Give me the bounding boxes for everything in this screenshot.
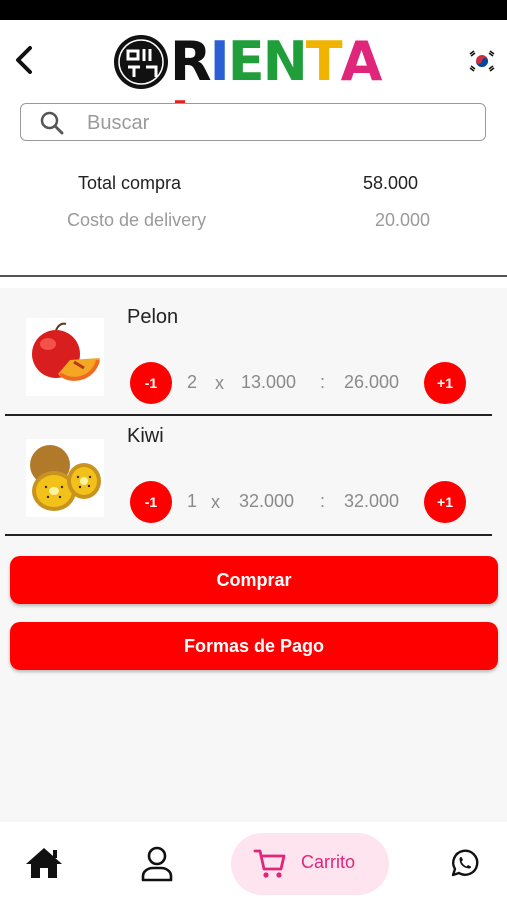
delivery-label: Costo de delivery [67,210,207,230]
divider [0,275,507,277]
nav-cart-label: Carrito [301,852,356,872]
item-quantity: 1 [187,491,198,511]
search-bar[interactable] [20,103,486,141]
whatsapp-icon [451,849,479,877]
home-icon [26,848,62,878]
user-icon [141,846,173,882]
item-name: Kiwi [127,425,164,447]
golden-kiwi-image [26,439,104,517]
search-icon [40,111,64,135]
logo-emblem-icon [114,35,168,89]
south-korea-flag-icon [466,48,498,74]
brand-logo: RIENTAL [112,30,412,152]
payment-methods-button[interactable]: Formas de Pago [10,622,498,670]
logo-letter: R [170,30,212,93]
cart-item: Pelon -1 2 x 13.000 : 26.000 +1 [0,288,507,416]
logo-letter: E [227,30,265,93]
item-name: Pelon [127,306,179,328]
total-value: 58.000 [363,173,419,193]
cart-icon [253,849,286,878]
times-sign: x [211,492,220,512]
logo-letter: T [305,30,343,93]
decrease-button[interactable]: -1 [130,481,172,523]
back-button[interactable] [10,40,40,80]
separator: : [320,491,326,511]
peach-image [26,318,104,396]
total-label: Total compra [78,173,182,193]
item-subtotal: 32.000 [344,491,400,511]
unit-price: 32.000 [239,491,295,511]
item-subtotal: 26.000 [344,372,400,392]
nav-home[interactable] [24,846,64,885]
item-quantity: 2 [187,372,198,392]
separator: : [320,372,326,392]
decrease-button[interactable]: -1 [130,362,172,404]
chevron-left-icon [16,46,32,74]
logo-letter: N [262,30,308,93]
buy-button[interactable]: Comprar [10,556,498,604]
header: RIENTAL [0,20,507,152]
cart-item: Kiwi -1 1 x 32.000 : 32.000 +1 [0,407,507,536]
nav-whatsapp[interactable] [448,848,480,885]
increase-button[interactable]: +1 [424,481,466,523]
logo-letter: I [209,30,230,93]
unit-price: 13.000 [241,372,297,392]
nav-profile[interactable] [140,846,174,887]
nav-cart[interactable]: Carrito [231,833,389,895]
cart-list: Pelon -1 2 x 13.000 : 26.000 +1 Kiwi -1 … [0,288,507,822]
status-bar [0,0,507,20]
times-sign: x [215,373,224,393]
delivery-value: 20.000 [375,210,431,230]
item-divider [5,534,492,536]
bottom-nav: Carrito [0,822,507,900]
logo-letter: A [340,30,383,93]
language-button[interactable] [466,48,498,74]
increase-button[interactable]: +1 [424,362,466,404]
search-input[interactable] [85,108,469,138]
